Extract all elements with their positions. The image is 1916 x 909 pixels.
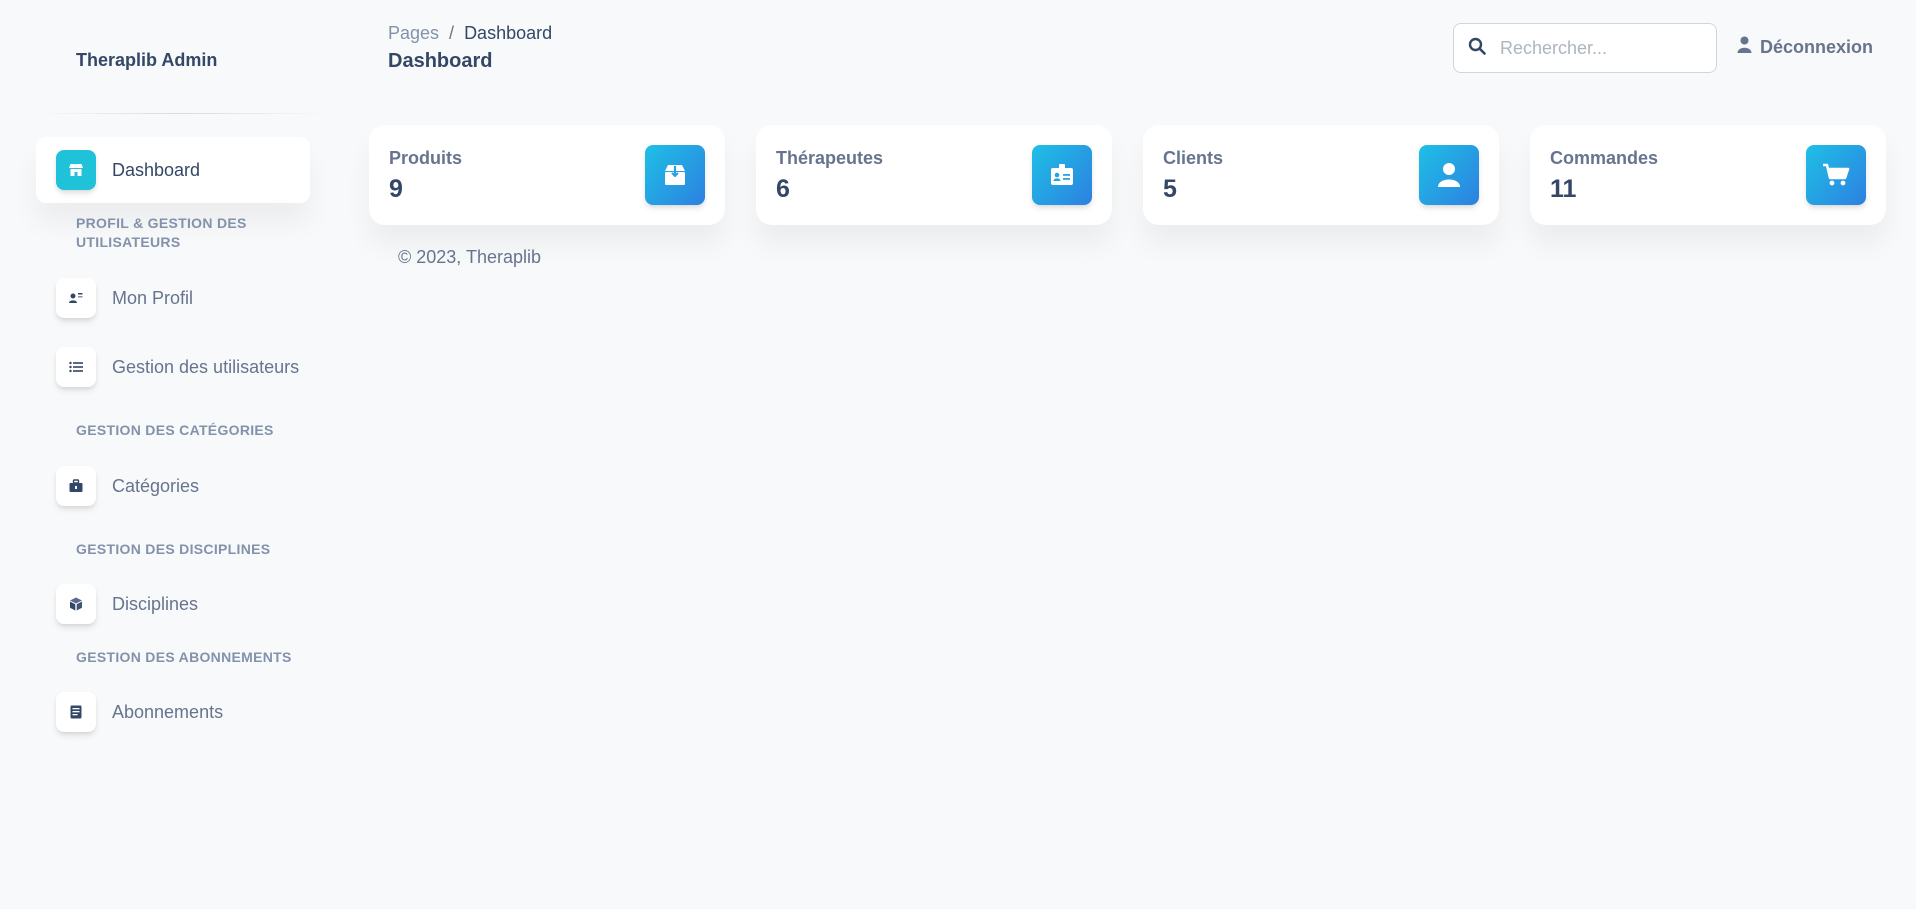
- sidebar-item-label: Mon Profil: [112, 287, 194, 308]
- id-card-icon: [1032, 145, 1092, 205]
- card-label: Clients: [1163, 148, 1224, 168]
- section-title-disciplines: GESTION DES DISCIPLINES: [76, 541, 271, 557]
- sidebar-item-categories[interactable]: Catégories: [36, 453, 310, 519]
- user-tie-icon: [56, 278, 96, 318]
- document-icon: [56, 692, 96, 732]
- user-icon: [1737, 36, 1752, 58]
- logout-label: Déconnexion: [1760, 36, 1874, 57]
- page-title: Dashboard: [388, 50, 493, 72]
- stat-card-produits: Produits 9: [369, 125, 725, 225]
- stat-card-therapeutes: Thérapeutes 6: [756, 125, 1112, 225]
- briefcase-icon: [56, 466, 96, 506]
- user-icon: [1419, 145, 1479, 205]
- sidebar: Theraplib Admin Dashboard PROFIL & GESTI…: [20, 0, 328, 909]
- sidebar-item-label: Gestion des utilisateurs: [112, 356, 300, 377]
- search-box: [1453, 23, 1717, 73]
- breadcrumb-separator: /: [449, 23, 455, 43]
- section-title-categories: GESTION DES CATÉGORIES: [76, 422, 274, 438]
- breadcrumb-current: Dashboard: [464, 23, 553, 43]
- sidebar-item-label: Abonnements: [112, 701, 224, 722]
- section-title-users: PROFIL & GESTION DES UTILISATEURS: [76, 215, 247, 250]
- search-icon: [1468, 37, 1486, 60]
- sidebar-item-abonnements[interactable]: Abonnements: [36, 679, 310, 745]
- stat-card-clients: Clients 5: [1143, 125, 1499, 225]
- card-value: 11: [1550, 175, 1577, 203]
- breadcrumb-pages-link[interactable]: Pages: [388, 23, 439, 44]
- box-icon: [645, 145, 705, 205]
- logout-button[interactable]: Déconnexion: [1737, 36, 1873, 58]
- search-input[interactable]: [1500, 37, 1700, 59]
- sidebar-divider: [36, 113, 328, 114]
- shop-icon: [56, 150, 96, 190]
- card-label: Thérapeutes: [776, 148, 884, 168]
- sidebar-item-mon-profil[interactable]: Mon Profil: [36, 265, 310, 331]
- sidebar-item-disciplines[interactable]: Disciplines: [36, 571, 310, 637]
- stat-card-commandes: Commandes 11: [1530, 125, 1886, 225]
- list-icon: [56, 347, 96, 387]
- brand-name[interactable]: Theraplib Admin: [76, 50, 217, 71]
- sidebar-item-gestion-utilisateurs[interactable]: Gestion des utilisateurs: [36, 334, 310, 400]
- breadcrumb: Pages / Dashboard: [388, 23, 552, 44]
- section-title-abonnements: GESTION DES ABONNEMENTS: [76, 649, 292, 665]
- card-label: Produits: [389, 148, 463, 168]
- card-label: Commandes: [1550, 148, 1659, 168]
- cube-icon: [56, 584, 96, 624]
- sidebar-item-label: Catégories: [112, 475, 200, 496]
- card-value: 6: [776, 175, 790, 203]
- footer-copyright: © 2023, Theraplib: [398, 247, 542, 267]
- cart-icon: [1806, 145, 1866, 205]
- sidebar-item-label: Disciplines: [112, 593, 199, 614]
- card-value: 5: [1163, 175, 1177, 203]
- sidebar-item-dashboard[interactable]: Dashboard: [36, 137, 310, 203]
- card-value: 9: [389, 175, 403, 203]
- sidebar-item-label: Dashboard: [112, 159, 201, 180]
